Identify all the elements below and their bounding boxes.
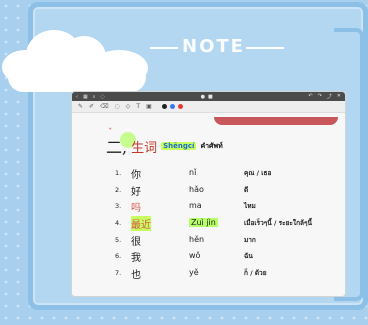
vocab-number: 3. [115,202,122,211]
redo-icon[interactable]: ↷ [318,93,322,100]
eraser-icon[interactable]: ⌫ [100,103,108,110]
note-line-left [150,47,178,49]
vocab-chinese: 好 [131,186,141,198]
vocab-chinese: 也 [131,270,141,282]
back-icon[interactable]: ‹ [76,94,78,100]
vocab-row: 5. 很 hěn มาก [72,232,345,249]
pen-icon[interactable]: ✎ [78,103,83,110]
vocab-pinyin: ma [189,201,202,211]
vocabulary-list: 1. 你 nǐ คุณ / เธอ 2. 好 hǎo ดี 3. 吗 ma ไห… [72,165,345,282]
section-title-chinese: 生词 [131,140,158,156]
vocab-thai: ไหม [244,202,256,211]
color-swatch-black[interactable] [161,104,167,109]
vocab-row: 1. 你 nǐ คุณ / เธอ [72,165,345,182]
vocab-pinyin: hǎo [189,184,204,194]
close-icon[interactable]: ✕ [337,93,341,100]
section-title-thai: คำศัพท์ [200,141,223,150]
vocab-pinyin: nǐ [189,168,197,177]
vocab-chinese: 最近 [131,216,151,232]
vocab-thai: ฉัน [244,252,253,261]
note-label: NOTE [182,36,245,57]
vocab-thai: มาก [244,235,256,244]
vocab-thai: ดี [244,185,249,194]
vocab-pinyin: Zuì jìn [189,218,218,228]
vocab-thai: เมื่อเร็วๆนี้ / ระยะใกล้ๆนี้ [244,219,312,228]
vocab-pinyin: hěn [189,234,205,244]
pen-color-picker [161,104,183,109]
vocab-row: 4. 最近 Zuì jìn เมื่อเร็วๆนี้ / ระยะใกล้ๆน… [72,215,345,232]
text-icon[interactable]: T [136,103,140,110]
vocab-number: 2. [115,185,122,194]
share-icon[interactable]: ⤴ [327,93,332,100]
search-icon[interactable]: ⌕ [93,94,96,100]
image-icon[interactable]: ▣ [146,103,152,110]
vocab-pinyin: yě [189,268,199,278]
color-swatch-red[interactable] [177,104,183,109]
vocab-chinese: 吗 [131,203,141,215]
bookmark-icon[interactable]: ◌ [101,94,105,100]
vocab-row: 3. 吗 ma ไหม [72,198,345,215]
vocab-chinese: 很 [131,236,141,248]
page-icon[interactable]: ■ [208,94,213,100]
vocab-number: 1. [115,169,122,177]
vocab-number: 4. [115,219,122,228]
vocab-pinyin: wǒ [189,251,201,261]
record-icon[interactable]: ● [201,94,205,100]
vocab-number: 6. [115,252,122,261]
section-number: 二, [106,138,128,157]
drawing-toolbar: ✎ ✐ ⌫ ◌ ◇ T ▣ [72,101,345,113]
vocab-thai: ก็ / ด้วย [244,269,267,278]
highlighter-icon[interactable]: ✐ [89,103,94,110]
shapes-icon[interactable]: ◇ [126,103,131,110]
color-swatch-blue[interactable] [169,104,175,109]
vocab-thai: คุณ / เธอ [244,169,272,177]
app-titlebar: ‹ ▦ ⌕ ◌ ● ■ ↶ ↷ ⤴ ✕ [72,92,345,101]
vocab-row: 2. 好 hǎo ดี [72,182,345,199]
section-heading: 二, 生词 Shēngcí คำศัพท์ [106,134,223,158]
vocab-row: 7. 也 yě ก็ / ด้วย [72,265,345,282]
note-app-screenshot: ‹ ▦ ⌕ ◌ ● ■ ↶ ↷ ⤴ ✕ ✎ ✐ ⌫ ◌ ◇ T ▣ ˇ 二, 生… [72,92,345,296]
vocab-number: 5. [115,235,122,244]
note-line-right [246,47,284,49]
lasso-icon[interactable]: ◌ [115,103,120,110]
section-title-pinyin: Shēngcí [161,142,197,150]
vocab-row: 6. 我 wǒ ฉัน [72,248,345,265]
grid-icon[interactable]: ▦ [83,94,88,100]
vocab-chinese: 你 [131,170,141,181]
undo-icon[interactable]: ↶ [308,93,312,100]
page-tab-bar [214,117,338,125]
vocab-chinese: 我 [131,253,141,265]
vocab-number: 7. [115,269,122,278]
